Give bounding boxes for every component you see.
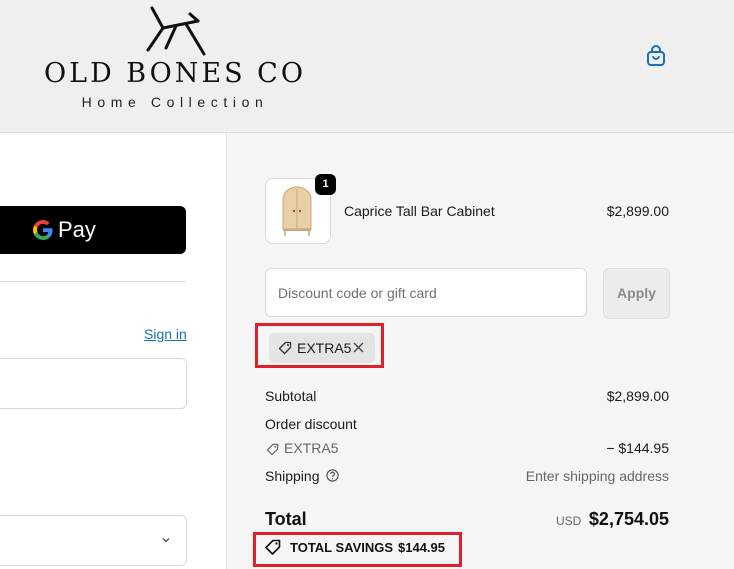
question-circle-icon[interactable]	[326, 469, 339, 482]
applied-discount-chip: EXTRA5	[269, 333, 375, 363]
section-divider	[0, 281, 186, 282]
google-pay-button[interactable]: Pay	[0, 206, 186, 254]
subtotal-value: $2,899.00	[606, 388, 669, 404]
order-discount-label: Order discount	[265, 416, 357, 432]
discount-value: − $144.95	[606, 440, 669, 456]
cabinet-image	[282, 186, 312, 236]
shipping-value: Enter shipping address	[525, 468, 669, 484]
tag-icon	[265, 539, 281, 555]
chair-logo-icon[interactable]	[146, 4, 208, 56]
chevron-down-icon	[162, 537, 170, 543]
currency-code: USD	[556, 514, 582, 528]
subtotal-label: Subtotal	[265, 388, 317, 404]
shopping-bag-icon[interactable]	[646, 45, 666, 67]
total-savings-value: $144.95	[398, 540, 445, 555]
total-value: $2,754.05	[588, 509, 669, 529]
discount-code-label: EXTRA5	[284, 440, 339, 456]
close-icon[interactable]	[353, 342, 364, 353]
applied-code-label: EXTRA5	[297, 340, 352, 356]
google-g-icon	[32, 220, 53, 241]
checkout-form: Pay Sign in	[0, 133, 226, 569]
product-name: Caprice Tall Bar Cabinet	[344, 203, 495, 219]
brand-tagline: Home Collection	[81, 94, 269, 110]
order-summary: 1 Caprice Tall Bar Cabinet $2,899.00 App…	[226, 133, 734, 569]
total-savings-label: TOTAL SAVINGS	[290, 540, 394, 555]
sign-in-link[interactable]: Sign in	[144, 326, 187, 342]
total-label: Total	[265, 509, 307, 529]
quantity-badge: 1	[315, 174, 336, 195]
tag-icon	[278, 341, 292, 355]
email-field[interactable]	[0, 358, 187, 409]
product-price: $2,899.00	[606, 203, 669, 219]
tag-icon	[266, 443, 279, 456]
google-pay-label: Pay	[58, 217, 96, 242]
site-header: OLD BONES CO Home Collection	[0, 0, 734, 133]
country-select[interactable]	[0, 515, 187, 566]
brand-name[interactable]: OLD BONES CO	[30, 58, 320, 89]
discount-code-input[interactable]	[265, 268, 587, 317]
apply-discount-button[interactable]: Apply	[603, 268, 670, 319]
shipping-label: Shipping	[265, 468, 320, 484]
